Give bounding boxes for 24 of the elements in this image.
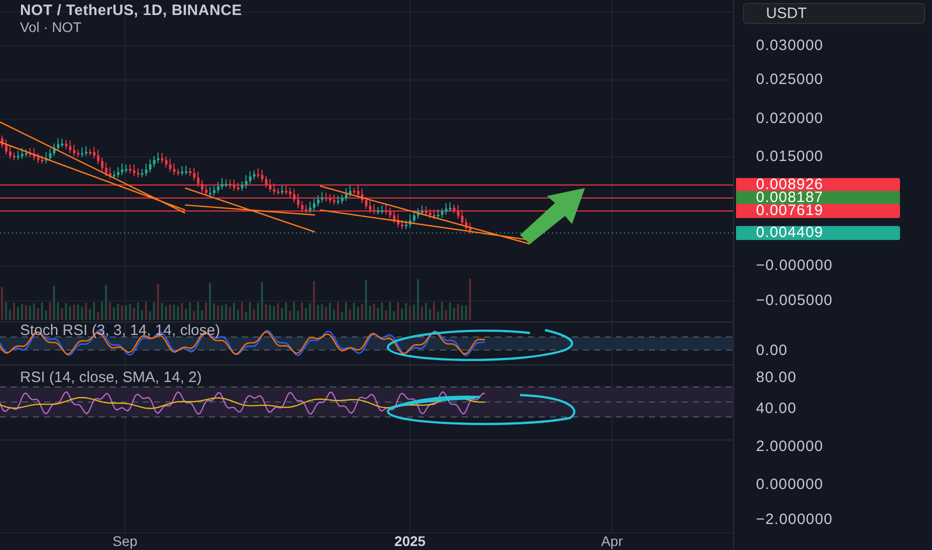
- indicator-title: RSI (14, close, SMA, 14, 2): [20, 369, 202, 387]
- time-axis-label: Apr: [600, 532, 624, 550]
- price-label: 0.007619: [736, 204, 900, 218]
- time-axis-label: Sep: [112, 532, 138, 550]
- price-tick: 0.030000: [756, 38, 824, 54]
- pane-tick: −2.000000: [756, 512, 833, 528]
- price-tick: 0.020000: [756, 111, 824, 127]
- price-tick: 0.015000: [756, 149, 824, 165]
- pane-tick: 2.000000: [756, 439, 824, 455]
- pane-tick: 0.000000: [756, 477, 824, 493]
- indicator-tick: 80.00: [756, 370, 797, 386]
- currency-button[interactable]: USDT: [743, 3, 925, 24]
- indicator-tick: 40.00: [756, 401, 797, 417]
- time-axis-label: 2025: [393, 532, 427, 550]
- price-tick: 0.025000: [756, 72, 824, 88]
- chart-title: NOT / TetherUS, 1D, BINANCE: [20, 3, 242, 19]
- price-label: 0.004409: [736, 226, 900, 240]
- price-tick: −0.000000: [756, 258, 833, 274]
- price-label: 0.008187: [736, 191, 900, 205]
- price-tick: −0.005000: [756, 293, 833, 309]
- volume-legend: Vol · NOT: [20, 19, 242, 35]
- indicator-tick: 0.00: [756, 343, 788, 359]
- price-label: 0.008926: [736, 178, 900, 192]
- arrow-icon: [520, 188, 585, 244]
